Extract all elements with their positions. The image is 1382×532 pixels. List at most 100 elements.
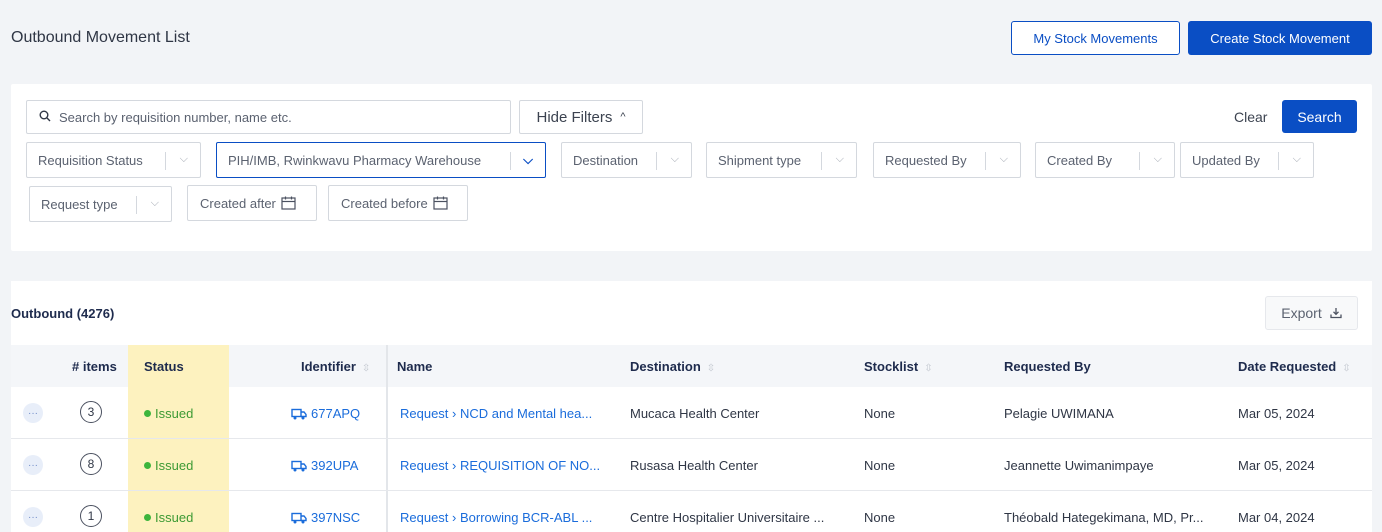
- created-after-date-picker[interactable]: Created after: [187, 185, 317, 221]
- download-icon: [1330, 308, 1342, 319]
- sort-icon: ⇳: [1342, 363, 1351, 374]
- search-placeholder: Search by requisition number, name etc.: [59, 109, 292, 125]
- request-type-select[interactable]: Request type ⌵: [29, 186, 172, 222]
- updated-by-select[interactable]: Updated By ⌵: [1180, 142, 1314, 178]
- col-date-requested[interactable]: Date Requested ⇳: [1238, 359, 1351, 374]
- col-stocklist[interactable]: Stocklist ⇳: [864, 359, 933, 374]
- chevron-down-icon: ⌵: [150, 197, 159, 209]
- col-label: Stocklist: [864, 359, 919, 374]
- name-link[interactable]: Request › REQUISITION OF NO...: [400, 458, 600, 473]
- my-stock-movements-button[interactable]: My Stock Movements: [1011, 21, 1180, 55]
- search-input[interactable]: Search by requisition number, name etc.: [26, 100, 511, 134]
- identifier-text: 677APQ: [311, 406, 361, 421]
- item-count: 8: [80, 453, 102, 475]
- hide-filters-label: Hide Filters: [536, 108, 613, 126]
- status-label: Issued: [155, 510, 194, 525]
- date-requested-cell: Mar 04, 2024: [1238, 510, 1315, 525]
- select-label: Request type: [41, 196, 118, 212]
- destination-cell: Centre Hospitalier Universitaire ...: [630, 510, 825, 525]
- col-label: Date Requested: [1238, 359, 1337, 374]
- export-button[interactable]: Export: [1265, 296, 1358, 330]
- shipment-type-select[interactable]: Shipment type ⌵: [706, 142, 857, 178]
- page-header: Outbound Movement List My Stock Movement…: [0, 0, 1382, 84]
- date-label: Created after: [200, 195, 276, 211]
- status-badge: Issued: [144, 510, 193, 525]
- table-row[interactable]: ··· 1 Issued 397NSC Request › Borrowing …: [11, 491, 1372, 532]
- identifier-link[interactable]: 677APQ: [291, 406, 360, 421]
- search-button[interactable]: Search: [1282, 100, 1357, 133]
- outbound-table-card: Outbound (4276) Export # items Identifie…: [11, 281, 1372, 532]
- chevron-down-icon: ⌵: [1292, 153, 1301, 165]
- date-label: Created before: [341, 195, 428, 211]
- row-menu-icon[interactable]: ···: [23, 455, 43, 475]
- identifier-text: 397NSC: [311, 510, 361, 525]
- row-menu-icon[interactable]: ···: [23, 403, 43, 423]
- destination-cell: Mucaca Health Center: [630, 406, 760, 421]
- col-destination[interactable]: Destination ⇳: [630, 359, 715, 374]
- chevron-down-icon: ⌵: [835, 153, 844, 165]
- stocklist-cell: None: [864, 510, 896, 525]
- sort-icon: ⇳: [924, 363, 933, 374]
- chevron-down-icon: ⌵: [670, 153, 679, 165]
- chevron-up-icon: ^: [620, 111, 626, 123]
- truck-icon: [291, 408, 307, 419]
- created-before-date-picker[interactable]: Created before: [328, 185, 468, 221]
- col-requested-by: Requested By: [1004, 359, 1091, 374]
- status-badge: Issued: [144, 406, 193, 421]
- identifier-link[interactable]: 397NSC: [291, 510, 360, 525]
- select-label: Requested By: [885, 152, 967, 168]
- select-value: PIH/IMB, Rwinkwavu Pharmacy Warehouse: [228, 152, 482, 168]
- calendar-icon: [281, 196, 296, 210]
- status-dot-icon: [144, 410, 151, 417]
- name-link[interactable]: Request › NCD and Mental hea...: [400, 406, 592, 421]
- date-requested-cell: Mar 05, 2024: [1238, 406, 1315, 421]
- col-identifier[interactable]: Identifier ⇳: [301, 359, 370, 374]
- col-status: Status: [144, 359, 184, 374]
- created-by-select[interactable]: Created By ⌵: [1035, 142, 1175, 178]
- table-row[interactable]: ··· 3 Issued 677APQ Request › NCD and Me…: [11, 387, 1372, 439]
- status-label: Issued: [155, 406, 194, 421]
- table-title: Outbound (4276): [11, 306, 115, 321]
- item-count: 3: [80, 401, 102, 423]
- origin-select[interactable]: PIH/IMB, Rwinkwavu Pharmacy Warehouse ⌵: [216, 142, 546, 178]
- status-dot-icon: [144, 514, 151, 521]
- requested-by-cell: Jeannette Uwimanimpaye: [1004, 458, 1154, 473]
- destination-select[interactable]: Destination ⌵: [561, 142, 692, 178]
- create-stock-movement-button[interactable]: Create Stock Movement: [1188, 21, 1372, 55]
- requested-by-cell: Théobald Hategekimana, MD, Pr...: [1004, 510, 1204, 525]
- search-icon: [39, 110, 51, 125]
- col-name: Name: [397, 359, 433, 374]
- hide-filters-button[interactable]: Hide Filters ^: [519, 100, 643, 134]
- identifier-link[interactable]: 392UPA: [291, 458, 358, 473]
- col-label: Destination: [630, 359, 701, 374]
- sort-icon: ⇳: [706, 363, 716, 374]
- status-dot-icon: [144, 462, 151, 469]
- calendar-icon: [433, 196, 448, 210]
- select-label: Requisition Status: [38, 152, 143, 168]
- col-label: Identifier: [301, 359, 356, 374]
- export-label: Export: [1281, 305, 1322, 321]
- requested-by-select[interactable]: Requested By ⌵: [873, 142, 1021, 178]
- chevron-down-icon: ⌵: [1153, 153, 1162, 165]
- identifier-text: 392UPA: [311, 458, 359, 473]
- status-label: Issued: [155, 458, 194, 473]
- name-link[interactable]: Request › Borrowing BCR-ABL ...: [400, 510, 592, 525]
- table-row[interactable]: ··· 8 Issued 392UPA Request › REQUISITIO…: [11, 439, 1372, 491]
- row-menu-icon[interactable]: ···: [23, 507, 43, 527]
- select-label: Created By: [1047, 152, 1113, 168]
- clear-button[interactable]: Clear: [1234, 109, 1267, 125]
- destination-cell: Rusasa Health Center: [630, 458, 758, 473]
- stocklist-cell: None: [864, 458, 896, 473]
- truck-icon: [291, 512, 307, 523]
- requisition-status-select[interactable]: Requisition Status ⌵: [26, 142, 201, 178]
- select-label: Destination: [573, 152, 639, 168]
- requested-by-cell: Pelagie UWIMANA: [1004, 406, 1114, 421]
- status-badge: Issued: [144, 458, 193, 473]
- chevron-down-icon: ⌵: [523, 152, 533, 167]
- filter-panel: Search by requisition number, name etc. …: [11, 84, 1372, 251]
- page-title: Outbound Movement List: [11, 29, 190, 46]
- sort-icon: ⇳: [361, 363, 371, 374]
- select-label: Updated By: [1192, 152, 1260, 168]
- item-count: 1: [80, 505, 102, 527]
- truck-icon: [291, 460, 307, 471]
